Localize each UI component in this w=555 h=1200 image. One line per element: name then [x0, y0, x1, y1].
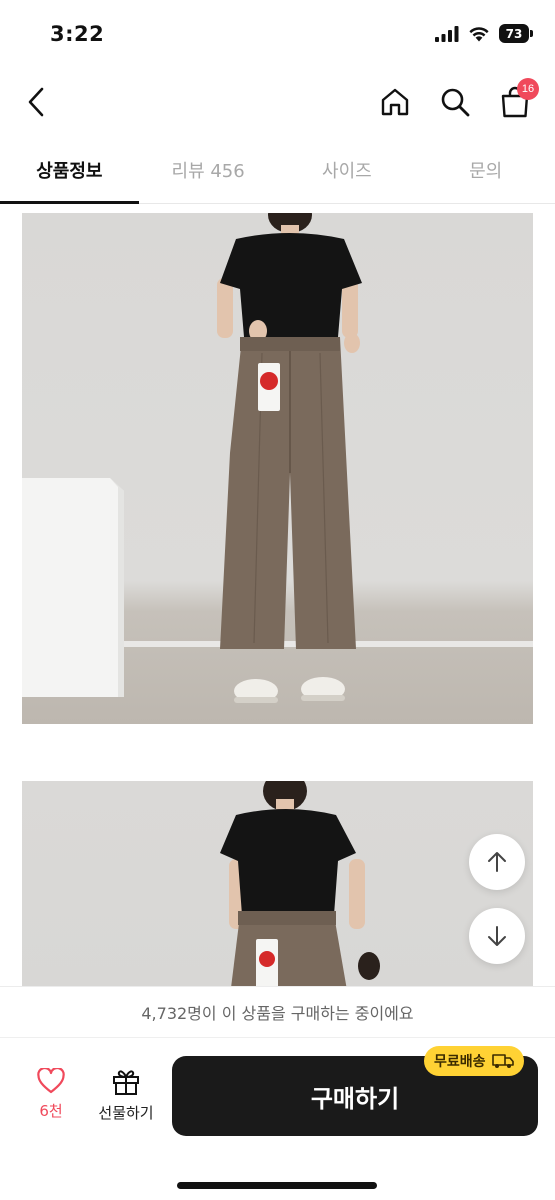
nav-bar: 16	[0, 70, 555, 134]
scroll-up-button[interactable]	[469, 834, 525, 890]
home-icon	[381, 88, 409, 116]
model-illustration-detail	[220, 781, 380, 996]
product-tabs: 상품정보 리뷰 456 사이즈 문의	[0, 136, 555, 204]
gift-button[interactable]: 선물하기	[88, 1068, 164, 1138]
battery-level: 73	[499, 24, 529, 43]
gift-icon	[113, 1070, 139, 1095]
delivery-truck-icon	[491, 1054, 514, 1068]
tab-size[interactable]: 사이즈	[278, 136, 417, 203]
product-photo-full	[22, 213, 533, 724]
home-indicator	[177, 1182, 377, 1189]
model-illustration	[22, 213, 533, 703]
back-chevron-icon	[28, 87, 44, 117]
cart-button[interactable]: 16	[497, 78, 539, 122]
free-shipping-badge: 무료배송	[424, 1046, 524, 1076]
free-shipping-label: 무료배송	[434, 1054, 486, 1070]
back-button[interactable]	[18, 82, 54, 122]
cart-count-badge: 16	[517, 78, 539, 100]
status-icons: 73	[435, 24, 533, 43]
like-count: 6천	[39, 1102, 63, 1120]
scroll-down-button[interactable]	[469, 908, 525, 964]
search-button[interactable]	[437, 82, 473, 122]
tab-reviews[interactable]: 리뷰 456	[139, 136, 278, 203]
cellular-signal-icon	[435, 25, 459, 42]
status-bar: 3:22 73	[0, 0, 555, 70]
gift-label: 선물하기	[98, 1104, 154, 1122]
bottom-action-bar: 6천 선물하기 구매하기 무료배송	[0, 1037, 555, 1200]
home-button[interactable]	[377, 82, 413, 122]
status-time: 3:22	[50, 22, 105, 46]
arrow-up-icon	[488, 852, 506, 872]
heart-icon	[37, 1068, 65, 1094]
search-icon	[441, 88, 470, 117]
tab-product-info[interactable]: 상품정보	[0, 136, 139, 204]
like-button[interactable]: 6천	[22, 1068, 80, 1138]
wifi-icon	[469, 26, 489, 41]
product-photo-detail	[22, 781, 533, 996]
arrow-down-icon	[488, 926, 506, 946]
nav-actions: 16	[377, 78, 539, 122]
tab-inquiry[interactable]: 문의	[416, 136, 555, 203]
buyer-count-notice: 4,732명이 이 상품을 구매하는 중이에요	[0, 986, 555, 1036]
battery-icon: 73	[499, 24, 533, 43]
